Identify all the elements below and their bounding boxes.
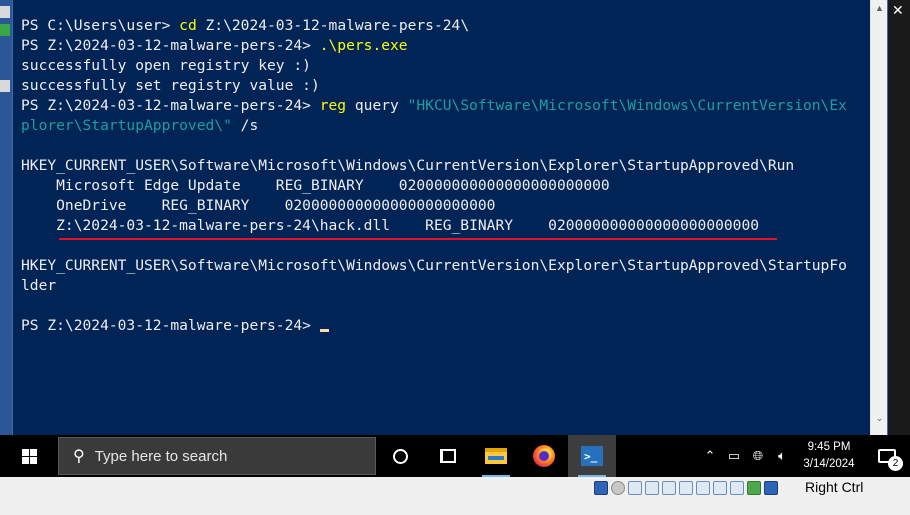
task-view-button[interactable] — [424, 435, 472, 477]
console-line: OneDrive REG_BINARY 02000000000000000000… — [21, 196, 865, 216]
vm-status-icons — [594, 481, 778, 495]
search-placeholder: Type here to search — [94, 447, 228, 465]
console-text-token: PS C:\Users\user> — [21, 17, 180, 34]
keyboard-capture-icon[interactable] — [764, 481, 778, 495]
console-line: lder — [21, 276, 865, 296]
console-text-token: OneDrive REG_BINARY 02000000000000000000… — [21, 197, 496, 214]
console-text-token: HKEY_CURRENT_USER\Software\Microsoft\Win… — [21, 157, 795, 174]
system-tray: ⌃ ▭ 🌐︎ 🔈︎ 9:45 PM 3/14/2024 2 — [698, 435, 910, 477]
console-line: PS Z:\2024-03-12-malware-pers-24> .\pers… — [21, 36, 865, 56]
console-text-token: query — [346, 97, 408, 114]
red-underline-annotation — [59, 238, 777, 240]
battery-icon[interactable]: ▭ — [722, 448, 746, 464]
desktop-background-right: ✕ — [888, 0, 910, 435]
volume-icon[interactable]: 🔈︎ — [770, 448, 794, 464]
powershell-console-window[interactable]: PS C:\Users\user> cd Z:\2024-03-12-malwa… — [12, 0, 888, 435]
console-line: Z:\2024-03-12-malware-pers-24\hack.dll R… — [21, 216, 865, 236]
taskbar-powershell[interactable]: >_ — [568, 435, 616, 477]
action-center-button[interactable]: 2 — [864, 435, 910, 477]
console-text-token: PS Z:\2024-03-12-malware-pers-24> — [21, 97, 320, 114]
clock-date: 3/14/2024 — [803, 458, 855, 470]
console-scrollbar[interactable]: ▲ ⌄ — [870, 0, 887, 435]
console-text-token: Z:\2024-03-12-malware-pers-24\hack.dll R… — [21, 217, 760, 234]
host-key-label: Right Ctrl — [805, 479, 864, 495]
console-string-token: plorer\StartupApproved\" — [21, 117, 232, 134]
cortana-icon — [392, 448, 408, 464]
audio-icon[interactable] — [628, 481, 642, 495]
console-output[interactable]: PS C:\Users\user> cd Z:\2024-03-12-malwa… — [21, 16, 865, 336]
console-text-token: Microsoft Edge Update REG_BINARY 0200000… — [21, 177, 610, 194]
console-text-token: HKEY_CURRENT_USER\Software\Microsoft\Win… — [21, 257, 847, 274]
console-string-token: "HKCU\Software\Microsoft\Windows\Current… — [407, 97, 847, 114]
console-command-token: reg — [319, 97, 347, 114]
desktop-icon-fragment — [0, 80, 10, 92]
console-line: HKEY_CURRENT_USER\Software\Microsoft\Win… — [21, 256, 865, 276]
console-text-token: Z:\2024-03-12-malware-pers-24\ — [196, 17, 470, 34]
taskbar-file-explorer[interactable] — [472, 435, 520, 477]
file-explorer-icon — [485, 448, 507, 464]
desktop-icon-fragment — [0, 6, 10, 18]
vm-screen: PS C:\Users\user> cd Z:\2024-03-12-malwa… — [0, 0, 910, 515]
taskbar-firefox[interactable] — [520, 435, 568, 477]
cpu-activity-icon[interactable] — [747, 481, 761, 495]
network-globe-icon[interactable]: 🌐︎ — [746, 448, 770, 464]
start-button[interactable] — [0, 435, 58, 477]
video-capture-icon[interactable] — [713, 481, 727, 495]
desktop-icon-fragment — [0, 24, 10, 36]
firefox-icon — [533, 445, 555, 467]
display-icon[interactable] — [696, 481, 710, 495]
desktop-background-left — [0, 0, 12, 435]
console-line: PS Z:\2024-03-12-malware-pers-24> — [21, 316, 865, 336]
hard-disk-icon[interactable] — [594, 481, 608, 495]
notification-count-badge: 2 — [888, 456, 903, 471]
console-line: PS Z:\2024-03-12-malware-pers-24> reg qu… — [21, 96, 865, 116]
taskbar: ⚲ Type here to search >_ ⌃ ▭ 🌐︎ 🔈︎ 9:45 … — [0, 435, 910, 477]
taskbar-search-box[interactable]: ⚲ Type here to search — [58, 437, 376, 475]
task-view-icon — [440, 449, 456, 463]
console-command-token: .\pers.exe — [319, 37, 408, 54]
console-line: successfully open registry key :) — [21, 56, 865, 76]
console-text-token: lder — [21, 277, 57, 294]
search-icon: ⚲ — [73, 448, 85, 465]
console-line: plorer\StartupApproved\" /s — [21, 116, 865, 136]
shared-folders-icon[interactable] — [679, 481, 693, 495]
console-text-token: PS Z:\2024-03-12-malware-pers-24> — [21, 37, 320, 54]
text-cursor — [319, 329, 329, 332]
scroll-up-icon[interactable]: ▲ — [871, 0, 888, 17]
recording-icon[interactable] — [730, 481, 744, 495]
console-text-token: successfully set registry value :) — [21, 77, 320, 94]
powershell-icon: >_ — [581, 446, 603, 466]
console-text-token: successfully open registry key :) — [21, 57, 311, 74]
close-icon[interactable]: ✕ — [892, 2, 904, 19]
console-text-token: PS Z:\2024-03-12-malware-pers-24> — [21, 317, 320, 334]
console-line: HKEY_CURRENT_USER\Software\Microsoft\Win… — [21, 156, 865, 176]
optical-drive-icon[interactable] — [611, 481, 625, 495]
clock-time: 9:45 PM — [807, 441, 851, 453]
taskbar-clock[interactable]: 9:45 PM 3/14/2024 — [794, 439, 864, 473]
show-hidden-icons-chevron-up-icon[interactable]: ⌃ — [698, 448, 722, 464]
console-text-token: /s — [231, 117, 259, 134]
scroll-down-icon[interactable]: ⌄ — [871, 410, 888, 427]
cortana-button[interactable] — [376, 435, 424, 477]
windows-logo-icon — [21, 448, 37, 464]
console-line: Microsoft Edge Update REG_BINARY 0200000… — [21, 176, 865, 196]
usb-icon[interactable] — [662, 481, 676, 495]
console-line: successfully set registry value :) — [21, 76, 865, 96]
console-command-token: cd — [179, 17, 197, 34]
network-adapter-icon[interactable] — [645, 481, 659, 495]
vm-host-status-bar: Right Ctrl — [0, 477, 910, 515]
console-line: PS C:\Users\user> cd Z:\2024-03-12-malwa… — [21, 16, 865, 36]
